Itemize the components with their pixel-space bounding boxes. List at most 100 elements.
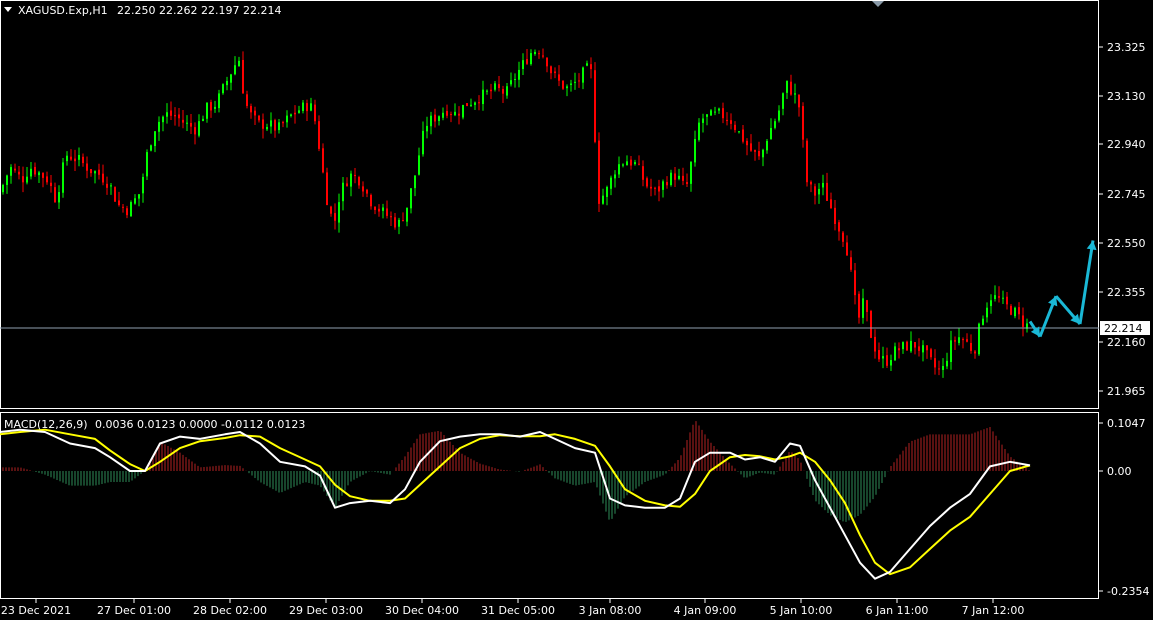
candle-body <box>954 340 956 342</box>
candle-body <box>970 342 972 351</box>
time-tick-label: 7 Jan 12:00 <box>962 604 1025 617</box>
candle-body <box>262 119 264 129</box>
candle-body <box>886 355 888 366</box>
current-price-label: 22.214 <box>1100 321 1150 336</box>
candle-body <box>466 103 468 107</box>
candle-body <box>334 213 336 221</box>
candle-body <box>518 69 520 80</box>
candle-body <box>230 74 232 83</box>
candle-body <box>782 93 784 109</box>
candle-body <box>814 186 816 196</box>
candle-body <box>606 186 608 197</box>
candle-body <box>526 59 528 64</box>
candle-body <box>186 122 188 124</box>
candle-body <box>94 171 96 174</box>
candle-body <box>214 106 216 109</box>
candle-body <box>898 348 900 351</box>
candle-body <box>398 219 400 227</box>
candle-body <box>682 175 684 181</box>
candle-body <box>146 152 148 177</box>
candle-body <box>906 341 908 351</box>
candle-body <box>498 84 500 89</box>
candle-body <box>342 182 344 202</box>
candle-body <box>634 162 636 165</box>
macd-label: MACD(12,26,9) <box>4 418 88 431</box>
candle-body <box>774 121 776 128</box>
candle-body <box>6 175 8 185</box>
candle-body <box>194 127 196 135</box>
macd-header: MACD(12,26,9) 0.0036 0.0123 0.0000 -0.01… <box>4 418 305 431</box>
candle-body <box>1010 305 1012 315</box>
candle-body <box>486 90 488 92</box>
candle-body <box>642 166 644 180</box>
candle-body <box>750 143 752 151</box>
candle-body <box>690 162 692 184</box>
time-tick-label: 23 Dec 2021 <box>1 604 71 617</box>
candle-body <box>150 145 152 151</box>
candle-body <box>766 140 768 151</box>
candle-body <box>78 155 80 160</box>
candle-body <box>670 172 672 186</box>
candle-body <box>54 187 56 203</box>
chart-canvas[interactable]: 23.325 23.130 22.940 22.745 22.550 22.355 22.1… <box>0 0 1153 620</box>
macd-tick-label: 0.1047 <box>1107 417 1146 430</box>
candle-body <box>602 195 604 204</box>
candle-body <box>30 168 32 177</box>
candle-body <box>238 60 240 67</box>
candle-body <box>226 80 228 86</box>
candle-body <box>686 182 688 185</box>
candle-body <box>190 122 192 127</box>
candle-body <box>138 194 140 199</box>
candle-body <box>942 365 944 370</box>
candle-body <box>578 80 580 82</box>
candle-body <box>430 115 432 127</box>
candle-body <box>838 222 840 232</box>
candle-body <box>826 182 828 201</box>
candle-body <box>654 187 656 189</box>
candle-body <box>178 114 180 119</box>
time-tick-label: 30 Dec 04:00 <box>385 604 459 617</box>
macd-tick-label: 0.00 <box>1107 465 1132 478</box>
candle-body <box>930 349 932 358</box>
candle-body <box>1006 296 1008 305</box>
candle-body <box>90 169 92 174</box>
candle-body <box>662 181 664 190</box>
candle-body <box>702 118 704 123</box>
candle-body <box>286 115 288 123</box>
candle-body <box>914 342 916 348</box>
candle-body <box>130 202 132 217</box>
candle-body <box>854 270 856 296</box>
candle-body <box>570 83 572 85</box>
candle-body <box>434 114 436 122</box>
candle-body <box>786 80 788 93</box>
candle-body <box>542 55 544 57</box>
candle-body <box>14 168 16 171</box>
candle-body <box>554 71 556 74</box>
candle-body <box>878 350 880 360</box>
candle-body <box>318 121 320 149</box>
candle-body <box>18 171 20 175</box>
time-tick-label: 31 Dec 05:00 <box>481 604 555 617</box>
candle-body <box>26 176 28 183</box>
candle-body <box>934 358 936 368</box>
candle-body <box>246 94 248 106</box>
candle-body <box>282 122 284 124</box>
candle-body <box>390 216 392 218</box>
candle-body <box>586 63 588 66</box>
candle-body <box>510 80 512 85</box>
candle-body <box>630 159 632 166</box>
candle-body <box>198 121 200 136</box>
candle-body <box>166 112 168 117</box>
candle-body <box>310 103 312 111</box>
candle-body <box>266 126 268 130</box>
price-tick-label: 22.940 <box>1107 138 1146 151</box>
candle-body <box>594 70 596 142</box>
candle-body <box>62 162 64 193</box>
candle-body <box>818 188 820 195</box>
macd-tick-label: -0.2354 <box>1107 585 1149 598</box>
candle-body <box>322 148 324 173</box>
candle-body <box>994 295 996 299</box>
candle-body <box>202 118 204 122</box>
candle-body <box>882 356 884 359</box>
candle-body <box>134 198 136 204</box>
